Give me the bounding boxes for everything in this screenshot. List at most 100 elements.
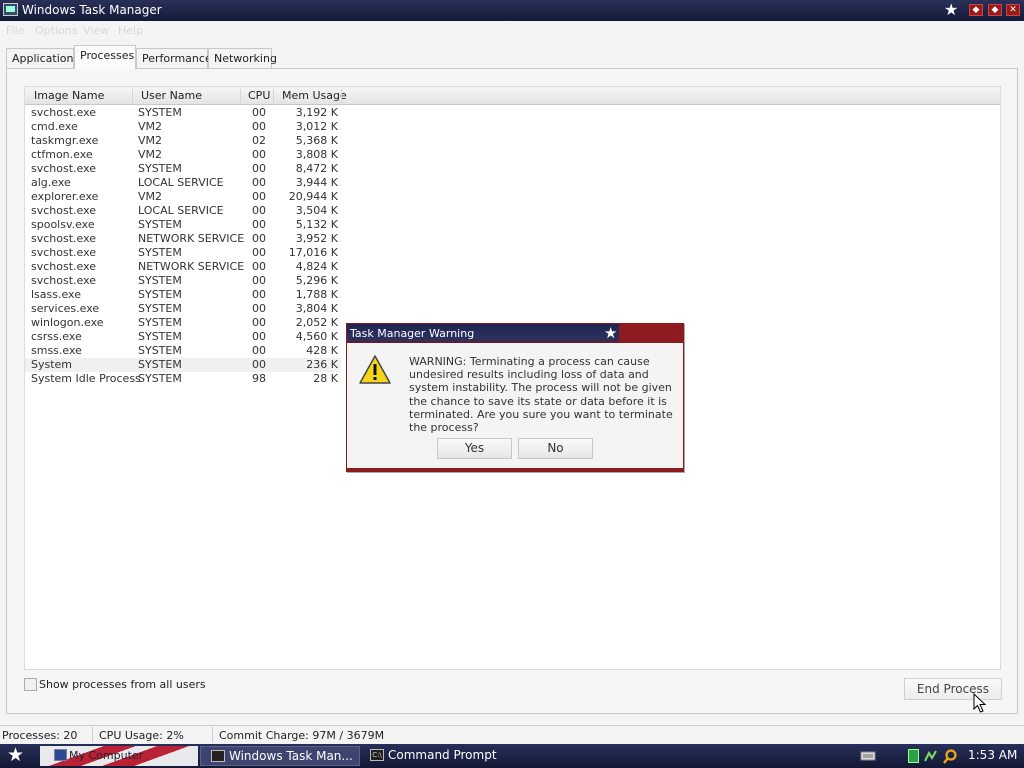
list-header: Image Name User Name CPU Mem Usage xyxy=(25,87,1000,105)
tab-processes[interactable]: Processes xyxy=(74,45,136,69)
process-cpu: 00 xyxy=(252,358,266,371)
table-row[interactable]: svchost.exe SYSTEM 00 8,472 K xyxy=(25,162,341,176)
clock: 1:53 AM xyxy=(968,748,1018,762)
table-row[interactable]: ctfmon.exe VM2 00 3,808 K xyxy=(25,148,341,162)
table-row[interactable]: svchost.exe LOCAL SERVICE 00 3,504 K xyxy=(25,204,341,218)
process-cpu: 00 xyxy=(252,330,266,343)
end-process-button[interactable]: End Process xyxy=(904,678,1002,700)
table-row[interactable]: csrss.exe SYSTEM 00 4,560 K xyxy=(25,330,341,344)
warning-icon xyxy=(359,355,391,384)
process-mem-usage: 3,504 K xyxy=(295,204,338,217)
process-user-name: SYSTEM xyxy=(138,106,182,119)
show-all-users-label[interactable]: Show processes from all users xyxy=(39,678,206,691)
process-user-name: VM2 xyxy=(138,190,163,203)
menu-file[interactable]: File xyxy=(6,24,24,37)
column-separator[interactable] xyxy=(273,89,274,103)
table-row[interactable]: svchost.exe NETWORK SERVICE 00 3,952 K xyxy=(25,232,341,246)
process-mem-usage: 3,944 K xyxy=(295,176,338,189)
table-row[interactable]: smss.exe SYSTEM 00 428 K xyxy=(25,344,341,358)
process-cpu: 00 xyxy=(252,106,266,119)
keyboard-icon[interactable] xyxy=(860,749,876,761)
minimize-button[interactable]: ◆ xyxy=(969,4,983,16)
process-user-name: SYSTEM xyxy=(138,218,182,231)
column-cpu[interactable]: CPU xyxy=(248,89,270,102)
process-cpu: 00 xyxy=(252,274,266,287)
start-button-star-icon[interactable]: ★ xyxy=(7,744,24,766)
process-image-name: csrss.exe xyxy=(31,330,82,343)
process-image-name: explorer.exe xyxy=(31,190,99,203)
table-row[interactable]: services.exe SYSTEM 00 3,804 K xyxy=(25,302,341,316)
menu-options[interactable]: Options xyxy=(35,24,77,37)
column-mem-usage[interactable]: Mem Usage xyxy=(282,89,347,102)
process-cpu: 00 xyxy=(252,190,266,203)
taskbar-item-task-manager[interactable]: Windows Task Man... xyxy=(200,746,360,766)
title-bar: Windows Task Manager ★ ◆ ◆ ✕ xyxy=(0,0,1024,21)
column-user-name[interactable]: User Name xyxy=(141,89,202,102)
tray-green-icon[interactable] xyxy=(908,749,919,763)
dialog-message: WARNING: Terminating a process can cause… xyxy=(409,355,673,435)
process-cpu: 00 xyxy=(252,162,266,175)
table-row[interactable]: winlogon.exe SYSTEM 00 2,052 K xyxy=(25,316,341,330)
process-user-name: SYSTEM xyxy=(138,162,182,175)
tab-performance[interactable]: Performance xyxy=(136,48,212,68)
show-all-users-checkbox[interactable] xyxy=(24,678,37,691)
process-cpu: 00 xyxy=(252,344,266,357)
process-user-name: SYSTEM xyxy=(138,274,182,287)
network-tray-icon[interactable] xyxy=(923,749,937,763)
process-mem-usage: 20,944 K xyxy=(288,190,338,203)
search-tray-icon[interactable] xyxy=(942,749,958,765)
menu-view[interactable]: View xyxy=(83,24,109,37)
process-user-name: NETWORK SERVICE xyxy=(138,232,245,245)
process-cpu: 00 xyxy=(252,232,266,245)
table-row[interactable]: cmd.exe VM2 00 3,012 K xyxy=(25,120,341,134)
column-separator[interactable] xyxy=(132,89,133,103)
process-user-name: SYSTEM xyxy=(138,288,182,301)
menu-bar: File Options View Help xyxy=(0,21,1024,41)
process-cpu: 00 xyxy=(252,148,266,161)
menu-help[interactable]: Help xyxy=(118,24,143,37)
process-image-name: ctfmon.exe xyxy=(31,148,93,161)
status-processes: Processes: 20 xyxy=(2,729,78,742)
table-row[interactable]: svchost.exe SYSTEM 00 5,296 K xyxy=(25,274,341,288)
tab-applications[interactable]: Applications xyxy=(6,48,79,68)
yes-button[interactable]: Yes xyxy=(437,438,512,459)
table-row[interactable]: svchost.exe NETWORK SERVICE 00 4,824 K xyxy=(25,260,341,274)
process-cpu: 00 xyxy=(252,204,266,217)
taskbar-item-command-prompt[interactable]: C:\ Command Prompt xyxy=(360,746,520,766)
process-cpu: 00 xyxy=(252,246,266,259)
process-cpu: 00 xyxy=(252,218,266,231)
process-user-name: SYSTEM xyxy=(138,316,182,329)
process-image-name: System xyxy=(31,358,73,371)
column-separator[interactable] xyxy=(341,89,342,103)
process-cpu: 00 xyxy=(252,316,266,329)
dialog-title-bar: Task Manager Warning ★ xyxy=(347,324,683,343)
table-row[interactable]: svchost.exe SYSTEM 00 3,192 K xyxy=(25,106,341,120)
column-image-name[interactable]: Image Name xyxy=(34,89,104,102)
table-row[interactable]: alg.exe LOCAL SERVICE 00 3,944 K xyxy=(25,176,341,190)
process-user-name: LOCAL SERVICE xyxy=(138,176,224,189)
table-row[interactable]: lsass.exe SYSTEM 00 1,788 K xyxy=(25,288,341,302)
process-image-name: winlogon.exe xyxy=(31,316,104,329)
process-cpu: 00 xyxy=(252,302,266,315)
process-image-name: lsass.exe xyxy=(31,288,81,301)
taskbar-item-my-computer[interactable]: My Computer xyxy=(40,746,198,766)
process-mem-usage: 3,192 K xyxy=(295,106,338,119)
mouse-cursor-icon xyxy=(973,693,987,713)
command-prompt-icon: C:\ xyxy=(370,749,384,761)
taskbar: ★ My Computer Windows Task Man... C:\ Co… xyxy=(0,744,1024,768)
table-row[interactable]: System SYSTEM 00 236 K xyxy=(25,358,341,372)
taskbar-item-label: Windows Task Man... xyxy=(229,749,353,763)
table-row[interactable]: spoolsv.exe SYSTEM 00 5,132 K xyxy=(25,218,341,232)
no-button[interactable]: No xyxy=(518,438,593,459)
table-row[interactable]: taskmgr.exe VM2 02 5,368 K xyxy=(25,134,341,148)
tab-networking[interactable]: Networking xyxy=(208,48,277,68)
process-user-name: VM2 xyxy=(138,120,163,133)
task-manager-icon xyxy=(211,750,225,762)
table-row[interactable]: System Idle Process SYSTEM 98 28 K xyxy=(25,372,341,386)
table-row[interactable]: svchost.exe SYSTEM 00 17,016 K xyxy=(25,246,341,260)
table-row[interactable]: explorer.exe VM2 00 20,944 K xyxy=(25,190,341,204)
close-button[interactable]: ✕ xyxy=(1006,4,1020,16)
column-separator[interactable] xyxy=(240,89,241,103)
maximize-button[interactable]: ◆ xyxy=(988,4,1002,16)
process-mem-usage: 5,368 K xyxy=(295,134,338,147)
